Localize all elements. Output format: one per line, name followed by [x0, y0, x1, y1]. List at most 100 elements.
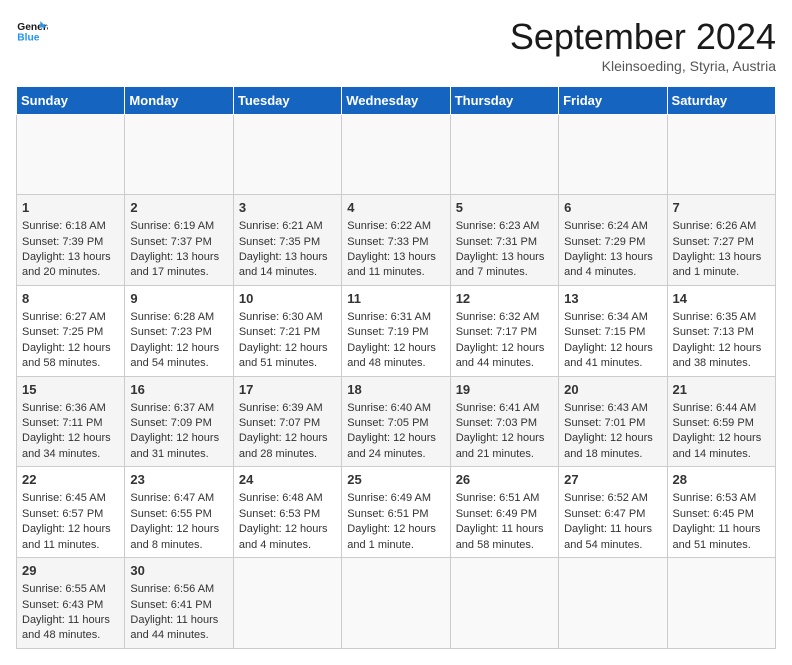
sunrise-text: Sunrise: 6:22 AM	[347, 220, 431, 232]
day-number: 27	[564, 471, 661, 489]
daylight-text: Daylight: 11 hours and 48 minutes.	[22, 614, 110, 641]
sunset-text: Sunset: 7:27 PM	[673, 236, 754, 248]
calendar-cell	[233, 115, 341, 195]
sunrise-text: Sunrise: 6:47 AM	[130, 492, 214, 504]
sunset-text: Sunset: 6:49 PM	[456, 508, 537, 520]
sunset-text: Sunset: 7:15 PM	[564, 326, 645, 338]
calendar-cell: 16Sunrise: 6:37 AMSunset: 7:09 PMDayligh…	[125, 376, 233, 467]
sunset-text: Sunset: 7:39 PM	[22, 236, 103, 248]
daylight-text: Daylight: 12 hours and 58 minutes.	[22, 342, 111, 369]
calendar-cell: 13Sunrise: 6:34 AMSunset: 7:15 PMDayligh…	[559, 285, 667, 376]
sunrise-text: Sunrise: 6:26 AM	[673, 220, 757, 232]
day-number: 30	[130, 562, 227, 580]
calendar-cell: 10Sunrise: 6:30 AMSunset: 7:21 PMDayligh…	[233, 285, 341, 376]
sunrise-text: Sunrise: 6:32 AM	[456, 311, 540, 323]
sunset-text: Sunset: 6:43 PM	[22, 599, 103, 611]
day-number: 13	[564, 290, 661, 308]
calendar-cell	[342, 558, 450, 649]
calendar-cell: 2Sunrise: 6:19 AMSunset: 7:37 PMDaylight…	[125, 195, 233, 286]
day-number: 10	[239, 290, 336, 308]
day-number: 6	[564, 199, 661, 217]
day-number: 14	[673, 290, 770, 308]
sunrise-text: Sunrise: 6:34 AM	[564, 311, 648, 323]
calendar-cell: 22Sunrise: 6:45 AMSunset: 6:57 PMDayligh…	[17, 467, 125, 558]
daylight-text: Daylight: 11 hours and 54 minutes.	[564, 523, 652, 550]
page-header: General Blue September 2024 Kleinsoeding…	[16, 16, 776, 74]
day-number: 11	[347, 290, 444, 308]
calendar-cell: 8Sunrise: 6:27 AMSunset: 7:25 PMDaylight…	[17, 285, 125, 376]
calendar-cell: 25Sunrise: 6:49 AMSunset: 6:51 PMDayligh…	[342, 467, 450, 558]
sunrise-text: Sunrise: 6:56 AM	[130, 583, 214, 595]
sunset-text: Sunset: 7:23 PM	[130, 326, 211, 338]
col-header-wednesday: Wednesday	[342, 87, 450, 115]
sunrise-text: Sunrise: 6:31 AM	[347, 311, 431, 323]
sunrise-text: Sunrise: 6:55 AM	[22, 583, 106, 595]
calendar-cell: 26Sunrise: 6:51 AMSunset: 6:49 PMDayligh…	[450, 467, 558, 558]
daylight-text: Daylight: 12 hours and 14 minutes.	[673, 432, 762, 459]
sunset-text: Sunset: 7:29 PM	[564, 236, 645, 248]
daylight-text: Daylight: 12 hours and 31 minutes.	[130, 432, 219, 459]
calendar-cell: 23Sunrise: 6:47 AMSunset: 6:55 PMDayligh…	[125, 467, 233, 558]
sunset-text: Sunset: 7:07 PM	[239, 417, 320, 429]
calendar-cell: 4Sunrise: 6:22 AMSunset: 7:33 PMDaylight…	[342, 195, 450, 286]
svg-text:General: General	[17, 22, 48, 33]
calendar-cell	[667, 115, 775, 195]
day-number: 9	[130, 290, 227, 308]
week-row-2: 8Sunrise: 6:27 AMSunset: 7:25 PMDaylight…	[17, 285, 776, 376]
sunset-text: Sunset: 7:33 PM	[347, 236, 428, 248]
sunrise-text: Sunrise: 6:49 AM	[347, 492, 431, 504]
day-number: 24	[239, 471, 336, 489]
sunset-text: Sunset: 7:03 PM	[456, 417, 537, 429]
sunset-text: Sunset: 7:13 PM	[673, 326, 754, 338]
week-row-3: 15Sunrise: 6:36 AMSunset: 7:11 PMDayligh…	[17, 376, 776, 467]
sunset-text: Sunset: 6:47 PM	[564, 508, 645, 520]
sunset-text: Sunset: 7:35 PM	[239, 236, 320, 248]
calendar-cell: 6Sunrise: 6:24 AMSunset: 7:29 PMDaylight…	[559, 195, 667, 286]
sunrise-text: Sunrise: 6:41 AM	[456, 402, 540, 414]
sunrise-text: Sunrise: 6:27 AM	[22, 311, 106, 323]
daylight-text: Daylight: 13 hours and 11 minutes.	[347, 251, 436, 278]
daylight-text: Daylight: 11 hours and 51 minutes.	[673, 523, 761, 550]
sunset-text: Sunset: 7:37 PM	[130, 236, 211, 248]
sunrise-text: Sunrise: 6:24 AM	[564, 220, 648, 232]
day-number: 8	[22, 290, 119, 308]
calendar-cell: 20Sunrise: 6:43 AMSunset: 7:01 PMDayligh…	[559, 376, 667, 467]
sunrise-text: Sunrise: 6:40 AM	[347, 402, 431, 414]
sunset-text: Sunset: 7:17 PM	[456, 326, 537, 338]
calendar-table: SundayMondayTuesdayWednesdayThursdayFrid…	[16, 86, 776, 649]
day-number: 26	[456, 471, 553, 489]
calendar-cell: 11Sunrise: 6:31 AMSunset: 7:19 PMDayligh…	[342, 285, 450, 376]
week-row-4: 22Sunrise: 6:45 AMSunset: 6:57 PMDayligh…	[17, 467, 776, 558]
daylight-text: Daylight: 13 hours and 20 minutes.	[22, 251, 111, 278]
daylight-text: Daylight: 12 hours and 24 minutes.	[347, 432, 436, 459]
daylight-text: Daylight: 12 hours and 21 minutes.	[456, 432, 545, 459]
title-block: September 2024 Kleinsoeding, Styria, Aus…	[510, 16, 776, 74]
calendar-cell	[667, 558, 775, 649]
sunset-text: Sunset: 7:19 PM	[347, 326, 428, 338]
day-number: 22	[22, 471, 119, 489]
sunset-text: Sunset: 6:53 PM	[239, 508, 320, 520]
sunrise-text: Sunrise: 6:52 AM	[564, 492, 648, 504]
sunset-text: Sunset: 7:05 PM	[347, 417, 428, 429]
day-number: 19	[456, 381, 553, 399]
daylight-text: Daylight: 12 hours and 54 minutes.	[130, 342, 219, 369]
col-header-thursday: Thursday	[450, 87, 558, 115]
day-number: 16	[130, 381, 227, 399]
day-number: 29	[22, 562, 119, 580]
daylight-text: Daylight: 12 hours and 51 minutes.	[239, 342, 328, 369]
calendar-cell: 1Sunrise: 6:18 AMSunset: 7:39 PMDaylight…	[17, 195, 125, 286]
daylight-text: Daylight: 12 hours and 4 minutes.	[239, 523, 328, 550]
sunrise-text: Sunrise: 6:44 AM	[673, 402, 757, 414]
calendar-cell: 29 Sunrise: 6:55 AM Sunset: 6:43 PM Dayligh…	[17, 558, 125, 649]
day-number: 23	[130, 471, 227, 489]
calendar-cell: 14Sunrise: 6:35 AMSunset: 7:13 PMDayligh…	[667, 285, 775, 376]
sunset-text: Sunset: 6:45 PM	[673, 508, 754, 520]
svg-text:Blue: Blue	[17, 32, 39, 43]
sunrise-text: Sunrise: 6:28 AM	[130, 311, 214, 323]
week-row-1: 1Sunrise: 6:18 AMSunset: 7:39 PMDaylight…	[17, 195, 776, 286]
day-number: 12	[456, 290, 553, 308]
calendar-cell: 21Sunrise: 6:44 AMSunset: 6:59 PMDayligh…	[667, 376, 775, 467]
calendar-cell	[559, 115, 667, 195]
calendar-cell	[342, 115, 450, 195]
col-header-sunday: Sunday	[17, 87, 125, 115]
